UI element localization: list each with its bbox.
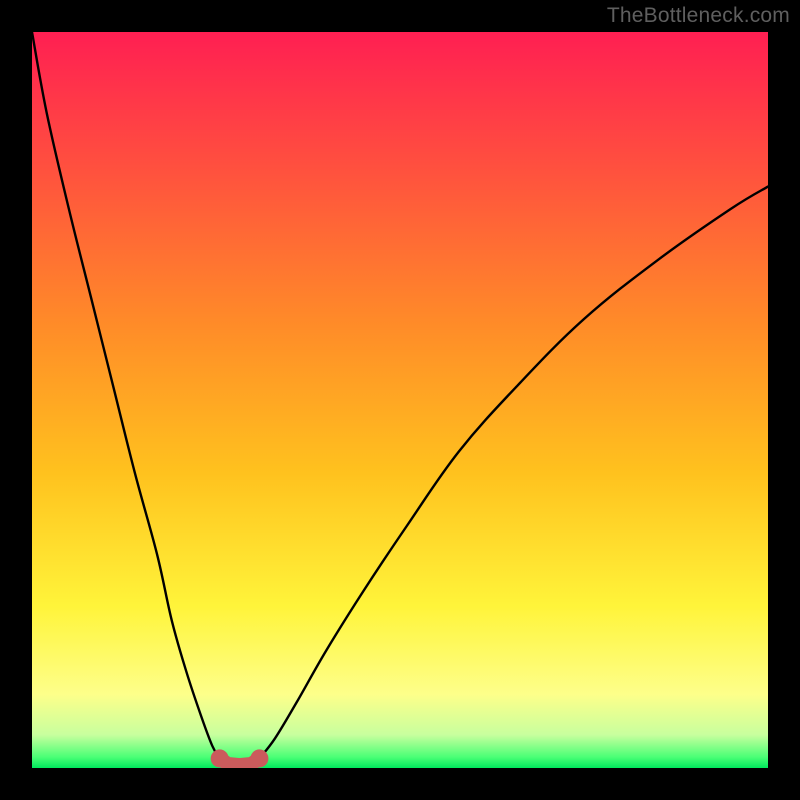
chart-frame: TheBottleneck.com [0, 0, 800, 800]
plot-area [32, 32, 768, 768]
marker-endpoint-dot [250, 749, 268, 767]
watermark-text: TheBottleneck.com [607, 4, 790, 28]
gradient-background [32, 32, 768, 768]
marker-endpoint-dot [211, 749, 229, 767]
chart-svg [32, 32, 768, 768]
